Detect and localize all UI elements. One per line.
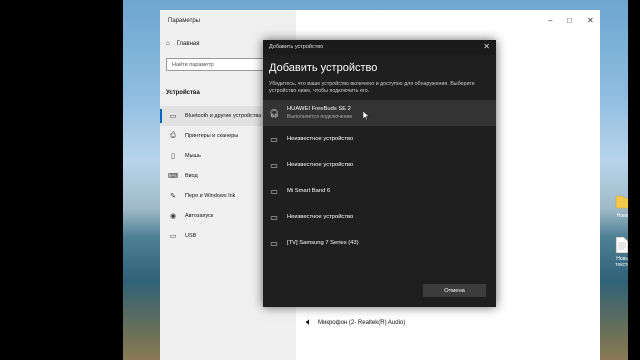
cancel-button[interactable]: Отмена [423, 284, 486, 297]
microphone-item[interactable]: 🔈︎ Микрофон (2- Realtek(R) Audio) [306, 317, 405, 328]
window-title: Параметры [168, 18, 200, 24]
device-item[interactable]: ▭ Mi Smart Band 6 [263, 178, 496, 204]
device-item[interactable]: ▭ Неизвестное устройство [263, 152, 496, 178]
device-item[interactable]: 🎧︎ HUAWEI FreeBuds SE 2 Выполняется подк… [263, 100, 496, 126]
black-bar-left [0, 0, 123, 360]
nav-item-label: Ввод [185, 173, 198, 179]
device-item[interactable]: ▭ Неизвестное устройство [263, 126, 496, 152]
keyboard-icon: ⌨ [168, 173, 179, 180]
home-icon: ⌂ [166, 41, 170, 47]
mouse-icon: ▯ [171, 153, 175, 160]
mouse-cursor-icon [362, 110, 370, 122]
nav-item-label: Автозапуск [185, 213, 214, 219]
headphones-icon: 🎧︎ [269, 108, 280, 118]
device-name: Mi Smart Band 6 [287, 188, 331, 194]
device-name: Неизвестное устройство [287, 214, 354, 220]
section-title: Устройства [166, 90, 200, 96]
device-list: 🎧︎ HUAWEI FreeBuds SE 2 Выполняется подк… [263, 100, 496, 256]
display-icon: ▭ [270, 212, 278, 222]
nav-item-label: Bluetooth и другие устройства [185, 113, 262, 119]
device-name: Неизвестное устройство [287, 136, 354, 142]
device-status: Выполняется подключение [287, 114, 353, 120]
display-icon: ▭ [270, 160, 278, 170]
device-name: [TV] Samsung 7 Series (43) [287, 240, 359, 246]
dialog-heading: Добавить устройство [269, 62, 378, 74]
usb-icon: ▭ [169, 233, 177, 240]
maximize-button[interactable]: □ [567, 16, 572, 25]
printer-icon: ⎙ [170, 132, 176, 139]
minimize-button[interactable]: – [548, 16, 552, 25]
nav-item-label: USB [185, 233, 197, 239]
nav-item-label: Перо и Windows Ink [185, 193, 236, 199]
dialog-close-button[interactable]: ✕ [483, 42, 490, 51]
black-bar-right [628, 0, 640, 360]
device-item[interactable]: ▭ Неизвестное устройство [263, 204, 496, 230]
nav-item-label: Принтеры и сканеры [185, 133, 239, 139]
dialog-description: Убедитесь, что ваше устройство включено … [269, 81, 475, 94]
home-label: Главная [176, 41, 200, 47]
speaker-icon: 🔈︎ [306, 317, 312, 328]
microphone-label: Микрофон (2- Realtek(R) Audio) [318, 319, 406, 326]
nav-item-label: Мышь [185, 153, 201, 159]
dialog-caption: Добавить устройство [269, 44, 324, 50]
search-placeholder: Найти параметр [172, 62, 214, 68]
device-name: Неизвестное устройство [287, 162, 354, 168]
display-icon: ▭ [270, 134, 278, 144]
display-icon: ▭ [270, 186, 278, 196]
close-button[interactable]: ✕ [587, 16, 594, 25]
display-icon: ▭ [270, 238, 278, 248]
add-device-dialog: Добавить устройство ✕ Добавить устройств… [263, 40, 496, 307]
device-item[interactable]: ▭ [TV] Samsung 7 Series (43) [263, 230, 496, 256]
home-link[interactable]: ⌂ Главная [166, 41, 199, 47]
pen-icon: ✎ [170, 193, 176, 200]
autoplay-icon: ◉ [169, 213, 177, 220]
device-name: HUAWEI FreeBuds SE 2 [287, 106, 351, 112]
bluetooth-icon: ▭ [169, 113, 177, 120]
